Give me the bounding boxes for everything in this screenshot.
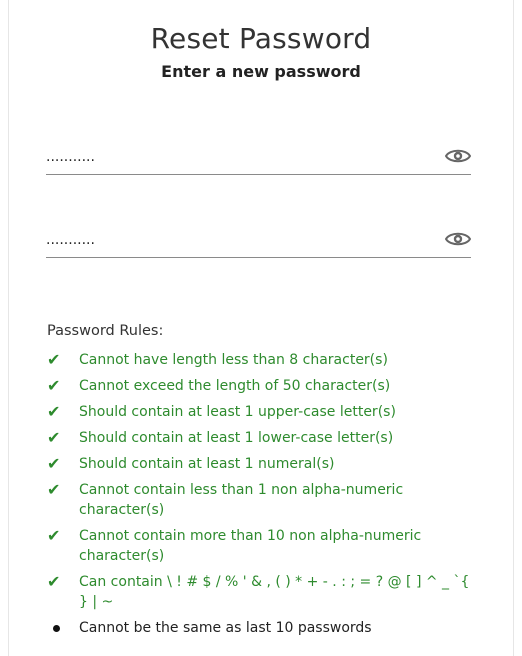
reset-password-panel: Reset Password Enter a new password Pass…	[8, 0, 514, 656]
rule-item: Cannot be the same as last 10 passwords	[47, 618, 477, 638]
rule-item: ✔ Should contain at least 1 upper-case l…	[47, 402, 477, 422]
rule-text: Should contain at least 1 lower-case let…	[79, 430, 394, 446]
rule-text: Cannot have length less than 8 character…	[79, 352, 388, 368]
rule-item: ✔ Cannot contain less than 1 non alpha-n…	[47, 480, 477, 520]
eye-icon[interactable]	[444, 229, 472, 249]
eye-icon[interactable]	[444, 146, 472, 166]
rule-item: ✔ Cannot exceed the length of 50 charact…	[47, 376, 477, 396]
rule-text: Should contain at least 1 numeral(s)	[79, 456, 335, 472]
checkmark-icon: ✔	[47, 526, 61, 545]
rule-item: ✔ Should contain at least 1 numeral(s)	[47, 454, 477, 474]
rule-item: ✔ Can contain \ ! # $ / % ' & , ( ) * + …	[47, 572, 477, 612]
rule-item: ✔ Cannot contain more than 10 non alpha-…	[47, 526, 477, 566]
rule-item: ✔ Should contain at least 1 lower-case l…	[47, 428, 477, 448]
page-title: Reset Password	[150, 22, 372, 55]
checkmark-icon: ✔	[47, 402, 61, 421]
rule-item: ✔ Cannot have length less than 8 charact…	[47, 350, 477, 370]
checkmark-icon: ✔	[47, 480, 61, 499]
rule-text: Cannot contain less than 1 non alpha-num…	[79, 482, 404, 518]
rule-text: Cannot contain more than 10 non alpha-nu…	[79, 528, 422, 564]
rule-text: Cannot be the same as last 10 passwords	[79, 620, 372, 636]
rule-text: Cannot exceed the length of 50 character…	[79, 378, 391, 394]
checkmark-icon: ✔	[47, 454, 61, 473]
new-password-input[interactable]	[46, 140, 426, 174]
password-rules-list: ✔ Cannot have length less than 8 charact…	[47, 350, 477, 644]
checkmark-icon: ✔	[47, 428, 61, 447]
page-subtitle: Enter a new password	[161, 62, 361, 81]
password-rules-title: Password Rules:	[47, 323, 164, 339]
checkmark-icon: ✔	[47, 572, 61, 591]
new-password-field[interactable]	[46, 140, 472, 175]
confirm-password-input[interactable]	[46, 223, 426, 257]
checkmark-icon: ✔	[47, 376, 61, 395]
bullet-icon	[47, 618, 79, 638]
rule-text: Can contain \ ! # $ / % ' & , ( ) * + - …	[79, 574, 470, 610]
confirm-password-field[interactable]	[46, 223, 472, 258]
checkmark-icon: ✔	[47, 350, 61, 369]
rule-text: Should contain at least 1 upper-case let…	[79, 404, 396, 420]
